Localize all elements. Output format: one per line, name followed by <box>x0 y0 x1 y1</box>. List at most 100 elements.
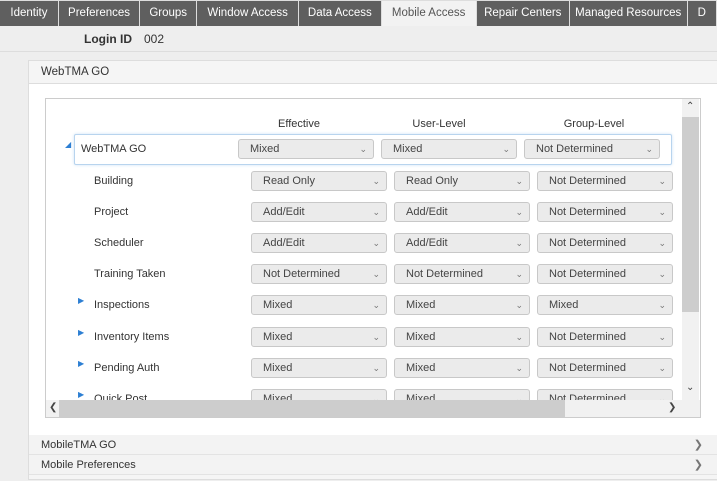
scroll-up-icon[interactable]: ⌃ <box>686 101 694 112</box>
chevron-down-icon: ⌄ <box>658 331 666 342</box>
effective-select[interactable]: Add/Edit ⌄ <box>251 233 387 254</box>
expand-arrow-icon[interactable]: ▶ <box>78 296 84 305</box>
permission-row: Building Read Only ⌄ Read Only ⌄ Not Determin… <box>46 171 682 191</box>
chevron-down-icon: ⌄ <box>372 300 380 311</box>
effective-select[interactable]: Mixed ⌄ <box>251 388 387 400</box>
select-value: Add/Edit <box>406 206 448 219</box>
collapse-arrow-icon[interactable]: ◢ <box>65 140 71 149</box>
accordion-mobiletma-go[interactable]: MobileTMA GO ❯ <box>29 435 717 455</box>
effective-select[interactable]: Not Determined ⌄ <box>251 264 387 285</box>
row-label: Inspections <box>94 299 150 312</box>
tab-window-access[interactable]: Window Access <box>197 1 300 26</box>
permission-row: ◢ WebTMA GO Mixed ⌄ Mixed ⌄ Not Determined ⌄ <box>46 139 682 159</box>
select-value: Not Determined <box>549 392 627 400</box>
group-level-select[interactable]: Not Determined ⌄ <box>537 357 673 378</box>
permission-row: ▶ Quick Post Mixed ⌄ Mixed ⌄ Not Determined ⌄ <box>46 388 682 400</box>
row-label: Project <box>94 206 129 219</box>
accordion-label: MobileTMA GO <box>41 439 117 451</box>
effective-select[interactable]: Mixed ⌄ <box>251 326 387 347</box>
row-label: Quick Post <box>94 392 148 400</box>
effective-select[interactable]: Mixed ⌄ <box>251 357 387 378</box>
tab-managed-resources[interactable]: Managed Resources <box>570 1 688 26</box>
group-level-select[interactable]: Not Determined ⌄ <box>537 202 673 223</box>
user-level-select[interactable]: Mixed ⌄ <box>394 357 530 378</box>
row-label: Training Taken <box>94 268 166 281</box>
chevron-down-icon: ⌄ <box>515 300 523 311</box>
user-level-select[interactable]: Mixed ⌄ <box>394 326 530 347</box>
scroll-thumb-h[interactable] <box>59 400 565 417</box>
select-value: Not Determined <box>549 330 627 343</box>
chevron-down-icon: ⌄ <box>658 269 666 280</box>
chevron-down-icon: ⌄ <box>515 393 523 400</box>
user-level-select[interactable]: Add/Edit ⌄ <box>394 233 530 254</box>
chevron-down-icon: ⌄ <box>515 269 523 280</box>
group-level-select[interactable]: Not Determined ⌄ <box>537 388 673 400</box>
tab-repair-centers[interactable]: Repair Centers <box>477 1 570 26</box>
chevron-down-icon: ⌄ <box>658 393 666 400</box>
user-level-select[interactable]: Mixed ⌄ <box>394 295 530 316</box>
scroll-down-icon[interactable]: ⌄ <box>686 382 694 393</box>
login-id-value: 002 <box>144 32 165 46</box>
chevron-down-icon: ⌄ <box>515 238 523 249</box>
group-level-select[interactable]: Not Determined ⌄ <box>537 326 673 347</box>
effective-select[interactable]: Mixed ⌄ <box>238 139 374 159</box>
select-value: Not Determined <box>549 206 627 219</box>
chevron-down-icon: ⌄ <box>658 207 666 218</box>
expand-arrow-icon[interactable]: ▶ <box>78 390 84 399</box>
user-level-select[interactable]: Mixed ⌄ <box>394 388 530 400</box>
select-value: Not Determined <box>549 268 627 281</box>
effective-select[interactable]: Add/Edit ⌄ <box>251 202 387 223</box>
vertical-scrollbar[interactable]: ⌃ ⌄ <box>682 99 699 400</box>
group-level-select[interactable]: Not Determined ⌄ <box>524 139 660 159</box>
horizontal-scrollbar[interactable]: ❮ ❯ <box>46 400 700 417</box>
permission-row: Scheduler Add/Edit ⌄ Add/Edit ⌄ Not Determine… <box>46 233 682 254</box>
chevron-down-icon: ⌄ <box>372 176 380 186</box>
tab-groups[interactable]: Groups <box>140 1 198 26</box>
select-value: Mixed <box>263 392 293 400</box>
permission-row: ▶ Inspections Mixed ⌄ Mixed ⌄ Mixed ⌄ <box>46 295 682 316</box>
expand-arrow-icon[interactable]: ▶ <box>78 328 84 337</box>
effective-select[interactable]: Mixed ⌄ <box>251 295 387 316</box>
select-value: Mixed <box>393 143 423 155</box>
tab-data-access[interactable]: Data Access <box>299 1 382 26</box>
user-level-select[interactable]: Add/Edit ⌄ <box>394 202 530 223</box>
user-level-select[interactable]: Mixed ⌄ <box>381 139 517 159</box>
select-value: Not Determined <box>549 175 627 187</box>
select-value: Not Determined <box>536 143 614 155</box>
row-label: Inventory Items <box>94 330 170 343</box>
effective-select[interactable]: Read Only ⌄ <box>251 171 387 191</box>
group-level-select[interactable]: Not Determined ⌄ <box>537 264 673 285</box>
chevron-down-icon: ⌄ <box>372 207 380 218</box>
tab-identity[interactable]: Identity <box>0 1 59 26</box>
select-value: Not Determined <box>263 268 341 281</box>
chevron-down-icon: ⌄ <box>658 300 666 311</box>
permission-row: Project Add/Edit ⌄ Add/Edit ⌄ Not Determined ⌄ <box>46 202 682 223</box>
panel-header: WebTMA GO <box>29 61 717 84</box>
expand-arrow-icon[interactable]: ▶ <box>78 359 84 368</box>
tab-d[interactable]: D <box>688 1 717 26</box>
select-value: Mixed <box>406 361 436 374</box>
select-value: Mixed <box>549 299 579 312</box>
select-value: Add/Edit <box>263 237 305 250</box>
user-level-select[interactable]: Not Determined ⌄ <box>394 264 530 285</box>
select-value: Mixed <box>406 299 436 312</box>
select-value: Add/Edit <box>263 206 305 219</box>
chevron-down-icon: ⌄ <box>372 362 380 373</box>
chevron-down-icon: ⌄ <box>658 176 666 186</box>
group-level-select[interactable]: Not Determined ⌄ <box>537 171 673 191</box>
scroll-right-icon[interactable]: ❯ <box>668 402 676 413</box>
tab-preferences[interactable]: Preferences <box>59 1 141 26</box>
select-value: Read Only <box>263 175 315 187</box>
group-level-select[interactable]: Mixed ⌄ <box>537 295 673 316</box>
group-level-select[interactable]: Not Determined ⌄ <box>537 233 673 254</box>
scroll-thumb[interactable] <box>682 117 699 312</box>
select-value: Not Determined <box>406 268 484 281</box>
scroll-left-icon[interactable]: ❮ <box>49 402 57 413</box>
accordion-mobile-preferences[interactable]: Mobile Preferences ❯ <box>29 455 717 475</box>
user-level-select[interactable]: Read Only ⌄ <box>394 171 530 191</box>
chevron-right-icon: ❯ <box>693 459 703 471</box>
chevron-down-icon: ⌄ <box>502 144 510 154</box>
chevron-down-icon: ⌄ <box>645 144 653 154</box>
accordion-label: Mobile Preferences <box>41 459 136 471</box>
tab-mobile-access[interactable]: Mobile Access <box>381 1 477 26</box>
